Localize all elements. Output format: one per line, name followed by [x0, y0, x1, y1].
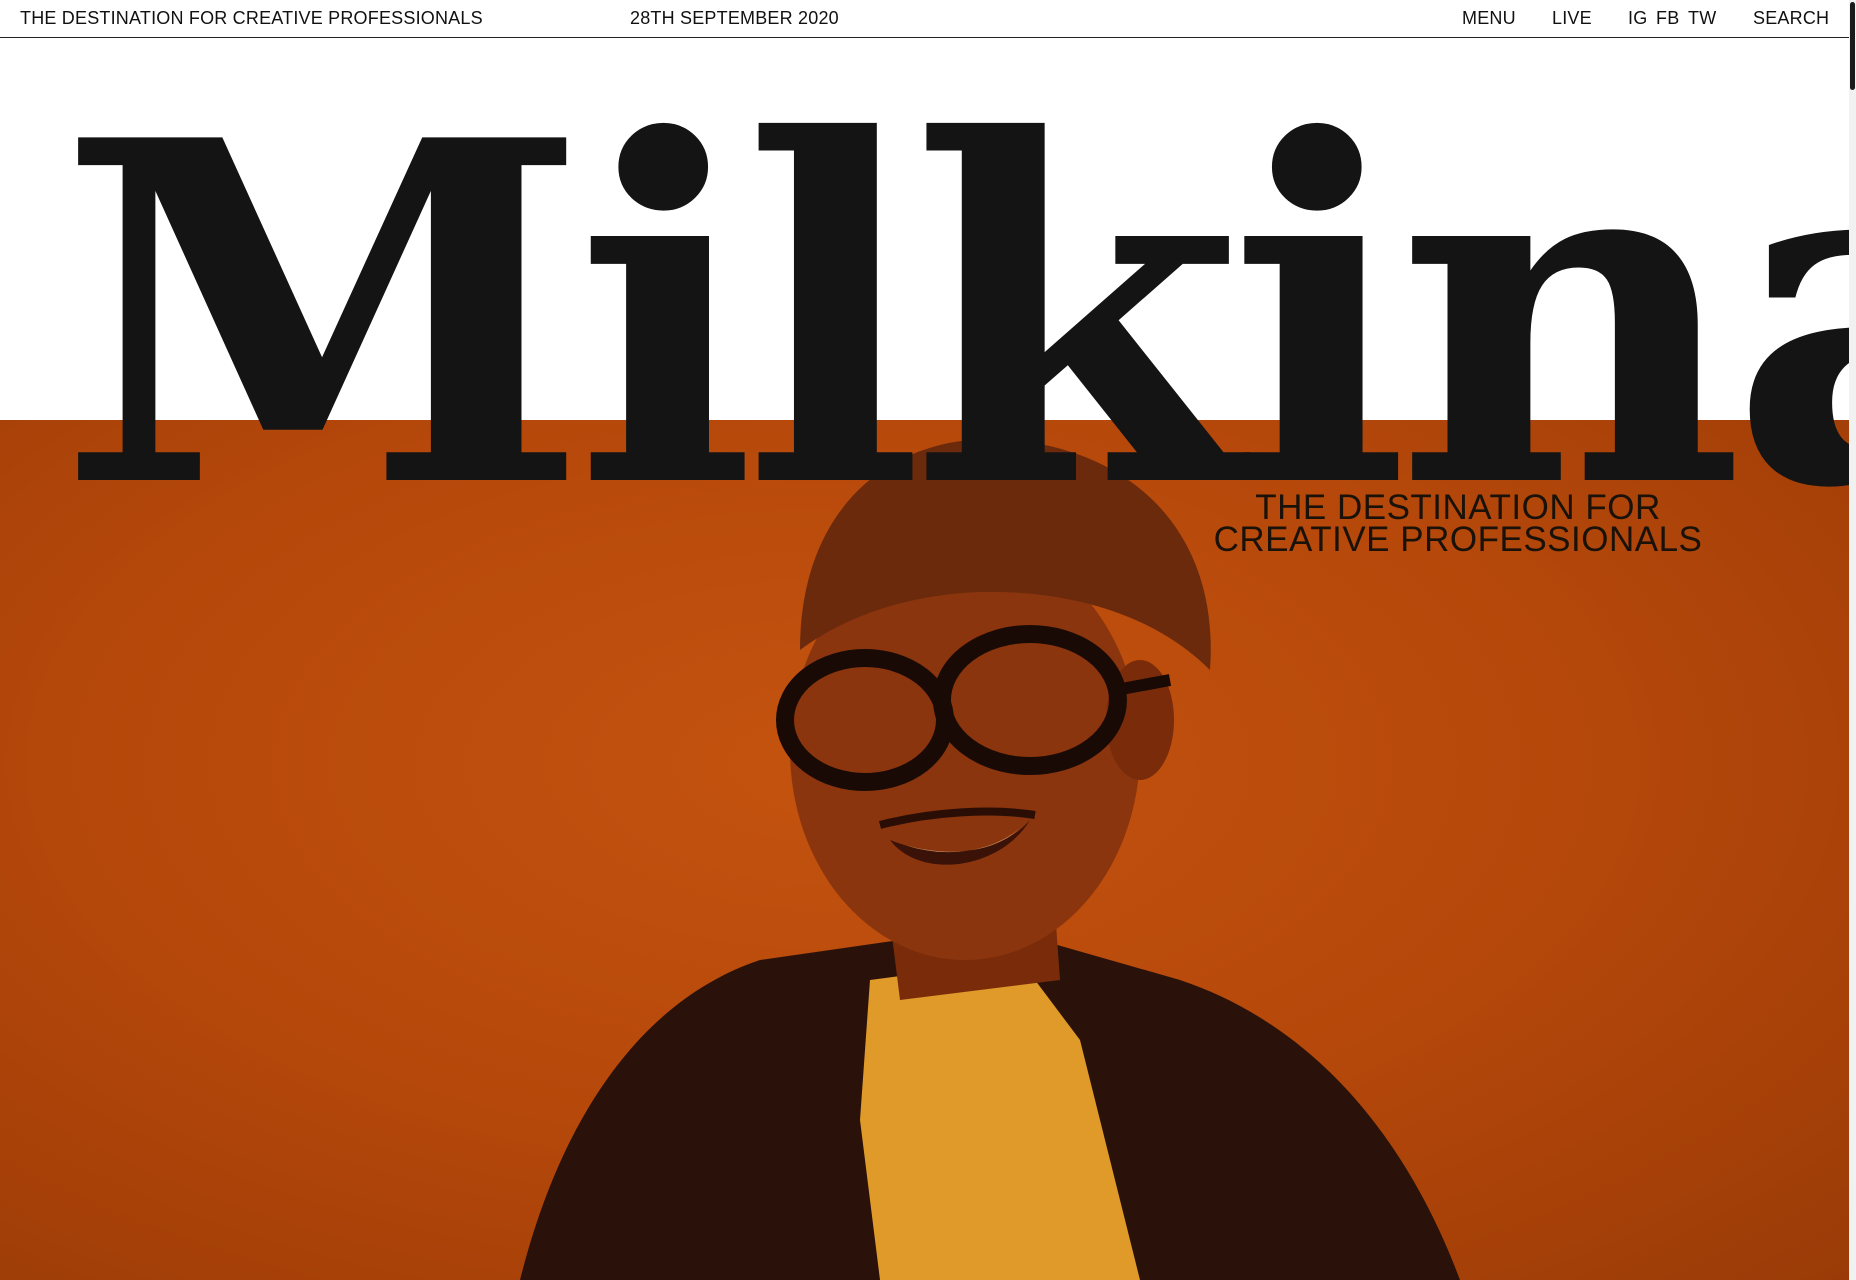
search-link[interactable]: SEARCH	[1753, 8, 1829, 29]
page-scrollbar[interactable]	[1849, 0, 1856, 1280]
header-tagline: THE DESTINATION FOR CREATIVE PROFESSIONA…	[20, 8, 483, 28]
live-link[interactable]: LIVE	[1552, 8, 1592, 29]
scrollbar-thumb[interactable]	[1850, 2, 1855, 90]
instagram-link[interactable]: IG	[1628, 8, 1647, 29]
glasses-bridge	[935, 698, 951, 712]
twitter-link[interactable]: TW	[1688, 8, 1716, 29]
facebook-link[interactable]: FB	[1656, 8, 1679, 29]
top-nav-bar: THE DESTINATION FOR CREATIVE PROFESSIONA…	[0, 0, 1850, 38]
strapline-line-2: CREATIVE PROFESSIONALS	[1213, 520, 1703, 559]
menu-link[interactable]: MENU	[1462, 8, 1516, 29]
strapline: THE DESTINATION FOR CREATIVE PROFESSIONA…	[1188, 490, 1728, 559]
page: THE DESTINATION FOR CREATIVE PROFESSIONA…	[0, 0, 1856, 1280]
header-date: 28TH SEPTEMBER 2020	[630, 8, 839, 28]
